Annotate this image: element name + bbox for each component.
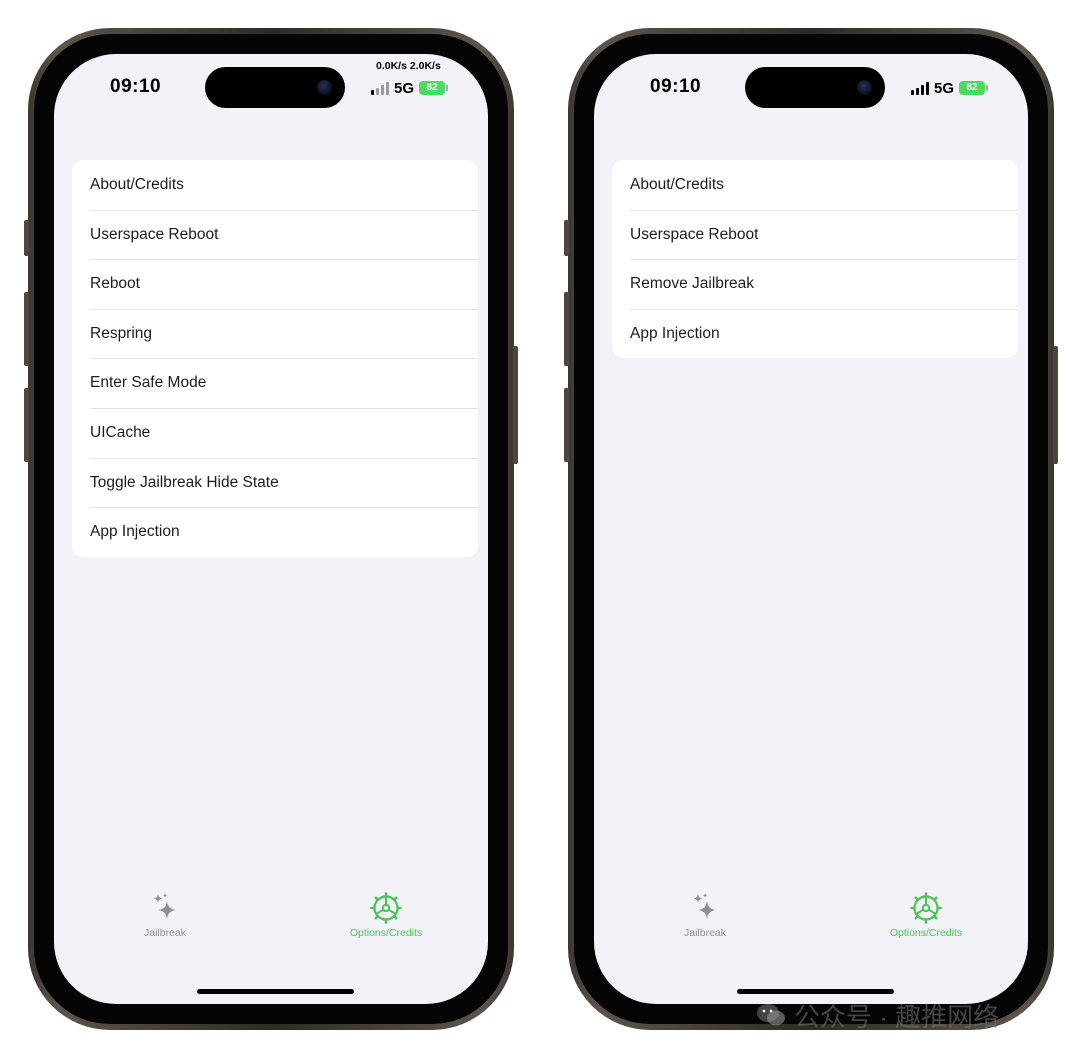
tab-options-credits[interactable]: Options/Credits bbox=[321, 892, 451, 939]
side-button bbox=[513, 346, 518, 464]
menu-item-respring[interactable]: Respring bbox=[72, 308, 478, 359]
menu-item-uicache[interactable]: UICache bbox=[72, 407, 478, 458]
tab-options-credits-label: Options/Credits bbox=[349, 927, 423, 939]
tab-options-credits[interactable]: Options/Credits bbox=[861, 892, 991, 939]
carrier-label: 5G bbox=[394, 79, 415, 97]
tab-jailbreak[interactable]: Jailbreak bbox=[100, 892, 230, 939]
home-indicator[interactable] bbox=[197, 989, 354, 994]
camera-icon bbox=[857, 80, 872, 95]
phone-left: 09:10 0.0K/s 2.0K/s 5G 82 About/Credits … bbox=[24, 28, 518, 1030]
phone-right: 09:10 5G 82 About/Credits Userspace Rebo… bbox=[564, 28, 1058, 1030]
dynamic-island bbox=[745, 67, 885, 108]
sparkles-icon bbox=[693, 893, 716, 919]
volume-down-button bbox=[24, 388, 29, 462]
tab-bar: Jailbreak Options/Credits bbox=[594, 884, 1028, 1004]
network-speed: 0.0K/s 2.0K/s bbox=[376, 60, 441, 72]
battery-level: 82 bbox=[426, 82, 438, 93]
menu-item-about-credits[interactable]: About/Credits bbox=[612, 160, 1018, 210]
battery-icon: 82 bbox=[959, 81, 989, 95]
battery-icon: 82 bbox=[419, 81, 449, 95]
phone-screen: 09:10 0.0K/s 2.0K/s 5G 82 About/Credits … bbox=[54, 54, 488, 1004]
status-indicators: 5G 82 bbox=[911, 79, 989, 97]
wechat-icon bbox=[757, 1004, 785, 1026]
battery-level: 82 bbox=[966, 82, 978, 93]
action-button bbox=[564, 220, 569, 256]
menu-item-userspace-reboot[interactable]: Userspace Reboot bbox=[72, 209, 478, 260]
dynamic-island bbox=[205, 67, 345, 108]
camera-icon bbox=[317, 80, 332, 95]
volume-down-button bbox=[564, 388, 569, 462]
sparkles-icon bbox=[153, 893, 176, 919]
gear-icon bbox=[910, 892, 942, 924]
menu-item-remove-jailbreak[interactable]: Remove Jailbreak bbox=[612, 259, 1018, 309]
action-button bbox=[24, 220, 29, 256]
side-button bbox=[1053, 346, 1058, 464]
volume-up-button bbox=[24, 292, 29, 366]
phone-bezel: 09:10 0.0K/s 2.0K/s 5G 82 About/Credits … bbox=[34, 34, 508, 1024]
options-menu: About/Credits Userspace Reboot Remove Ja… bbox=[612, 160, 1018, 359]
phone-screen: 09:10 5G 82 About/Credits Userspace Rebo… bbox=[594, 54, 1028, 1004]
watermark-text: 公众号 · 趣推网络 bbox=[794, 1001, 1000, 1032]
cellular-signal-icon bbox=[911, 81, 929, 95]
carrier-label: 5G bbox=[934, 79, 955, 97]
tab-bar: Jailbreak Options/Credits bbox=[54, 884, 488, 1004]
status-time: 09:10 bbox=[110, 76, 162, 97]
tab-jailbreak-label: Jailbreak bbox=[143, 927, 187, 939]
options-menu: About/Credits Userspace Reboot Reboot Re… bbox=[72, 160, 478, 557]
menu-item-reboot[interactable]: Reboot bbox=[72, 259, 478, 309]
tab-jailbreak-label: Jailbreak bbox=[683, 927, 727, 939]
tab-options-credits-label: Options/Credits bbox=[889, 927, 963, 939]
menu-item-app-injection[interactable]: App Injection bbox=[612, 308, 1018, 359]
volume-up-button bbox=[564, 292, 569, 366]
menu-item-enter-safe-mode[interactable]: Enter Safe Mode bbox=[72, 358, 478, 408]
gear-icon bbox=[370, 892, 402, 924]
watermark: 公众号 · 趣推网络 bbox=[756, 998, 999, 1032]
tab-jailbreak[interactable]: Jailbreak bbox=[640, 892, 770, 939]
comparison-stage: 09:10 0.0K/s 2.0K/s 5G 82 About/Credits … bbox=[0, 0, 1080, 1057]
menu-item-userspace-reboot[interactable]: Userspace Reboot bbox=[612, 209, 1018, 260]
menu-item-app-injection[interactable]: App Injection bbox=[72, 507, 478, 557]
status-time: 09:10 bbox=[650, 76, 702, 97]
phone-bezel: 09:10 5G 82 About/Credits Userspace Rebo… bbox=[574, 34, 1048, 1024]
cellular-signal-icon bbox=[371, 81, 389, 95]
home-indicator[interactable] bbox=[737, 989, 894, 994]
menu-item-toggle-hide-state[interactable]: Toggle Jailbreak Hide State bbox=[72, 457, 478, 508]
status-indicators: 5G 82 bbox=[371, 79, 449, 97]
menu-item-about-credits[interactable]: About/Credits bbox=[72, 160, 478, 210]
